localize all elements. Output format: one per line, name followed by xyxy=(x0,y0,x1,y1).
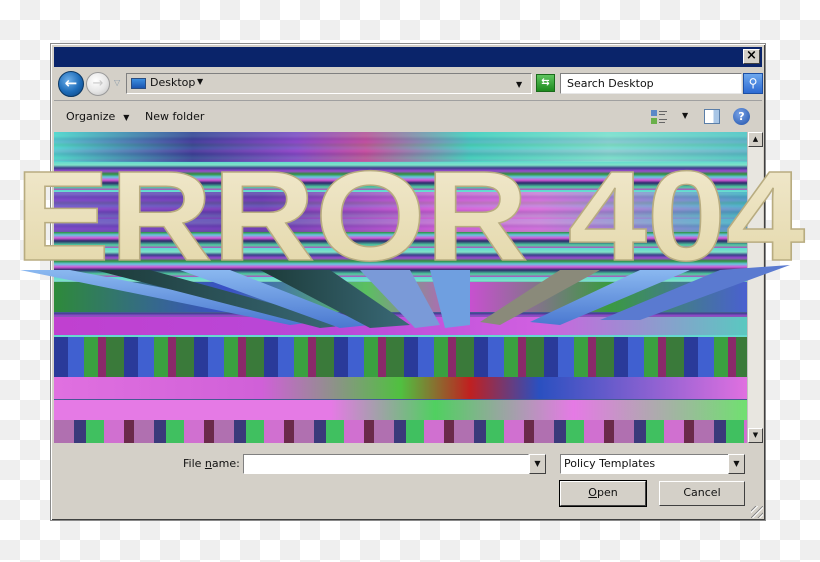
breadcrumb-chevron-icon[interactable]: ▼ xyxy=(197,77,203,86)
scroll-up-button[interactable]: ▲ xyxy=(748,132,763,147)
glitch-band xyxy=(54,132,747,162)
glitch-band xyxy=(54,317,747,335)
address-dropdown-icon[interactable]: ▼ xyxy=(516,80,522,89)
vertical-scrollbar[interactable]: ▲ ▼ xyxy=(747,132,763,443)
recent-locations-dropdown[interactable]: ▽ xyxy=(114,78,124,88)
glitch-band xyxy=(54,400,747,420)
search-icon: ⚲ xyxy=(748,76,758,90)
new-folder-button[interactable]: New folder xyxy=(145,110,204,123)
file-type-select[interactable]: Policy Templates xyxy=(560,454,738,474)
organize-label: Organize xyxy=(66,110,116,123)
resize-grip[interactable] xyxy=(751,506,763,518)
file-name-label: File name: xyxy=(183,457,240,470)
views-dropdown-icon[interactable]: ▼ xyxy=(682,111,688,120)
forward-button[interactable]: → xyxy=(86,72,110,96)
title-bar: × xyxy=(54,47,762,67)
location-breadcrumb[interactable]: Desktop ▼ xyxy=(126,73,532,94)
file-name-dropdown-button[interactable]: ▼ xyxy=(529,454,546,474)
file-name-input[interactable] xyxy=(243,454,529,474)
chevron-down-icon: ▼ xyxy=(123,113,130,122)
scroll-down-button[interactable]: ▼ xyxy=(748,428,763,443)
refresh-icon: ⇆ xyxy=(541,77,550,88)
preview-pane-icon[interactable] xyxy=(704,109,720,124)
file-type-dropdown-button[interactable]: ▼ xyxy=(728,454,745,474)
glitch-band xyxy=(54,337,747,377)
address-bar: ← → ▽ Desktop ▼ ▼ ⇆ Search Desktop ⚲ xyxy=(54,68,763,101)
open-file-dialog: × ← → ▽ Desktop ▼ ▼ ⇆ Search Desktop ⚲ O… xyxy=(50,43,766,521)
file-name-label-post: ame: xyxy=(211,457,240,470)
cancel-button[interactable]: Cancel xyxy=(659,481,745,506)
open-label-accel: O xyxy=(588,486,597,499)
back-button[interactable]: ← xyxy=(58,71,84,97)
command-toolbar: Organize ▼ New folder ▼ ? xyxy=(54,102,762,132)
glitch-band xyxy=(54,282,747,312)
organize-menu[interactable]: Organize ▼ xyxy=(66,110,129,123)
file-list-area[interactable] xyxy=(54,132,747,443)
arrow-left-icon: ← xyxy=(64,74,78,92)
change-view-icon[interactable] xyxy=(651,109,668,125)
glitch-band xyxy=(54,420,747,443)
file-name-label-pre: File xyxy=(183,457,205,470)
file-name-label-accel: n xyxy=(204,457,212,470)
glitch-band xyxy=(54,377,747,399)
search-button[interactable]: ⚲ xyxy=(743,73,763,94)
close-button[interactable]: × xyxy=(743,49,760,64)
help-icon[interactable]: ? xyxy=(733,108,750,125)
arrow-right-icon: → xyxy=(92,76,104,91)
search-input[interactable]: Search Desktop xyxy=(560,73,742,94)
desktop-icon xyxy=(131,78,146,89)
open-button[interactable]: Open xyxy=(559,480,647,507)
open-label-rest: pen xyxy=(596,486,618,499)
glitch-band xyxy=(54,192,747,232)
refresh-button[interactable]: ⇆ xyxy=(536,74,555,92)
breadcrumb-desktop[interactable]: Desktop xyxy=(150,76,195,89)
